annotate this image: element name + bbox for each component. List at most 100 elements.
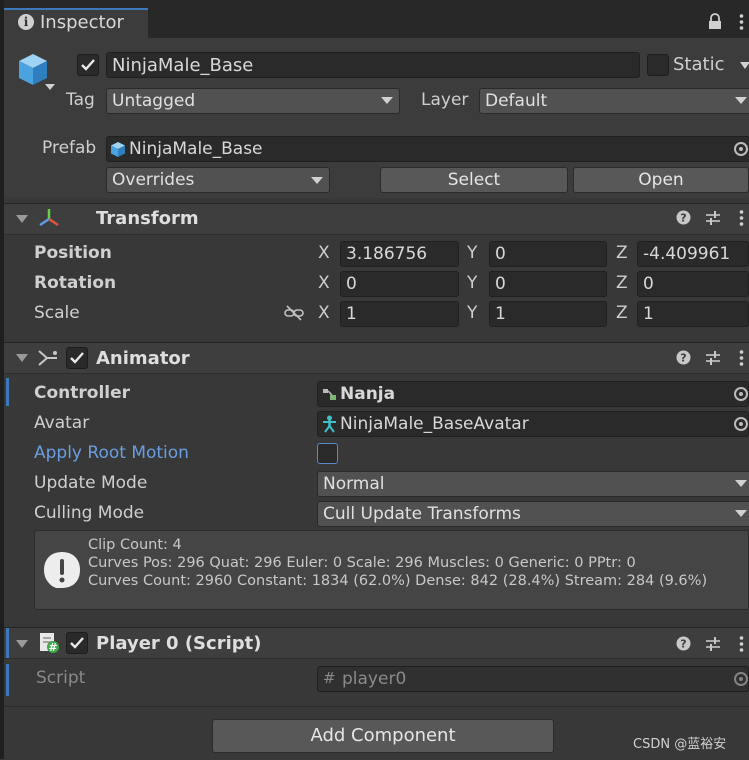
preset-icon[interactable] — [705, 210, 721, 226]
prefab-icon — [111, 142, 125, 157]
layer-dropdown-arrow — [735, 97, 747, 104]
culling-mode-label: Culling Mode — [34, 503, 145, 523]
overrides-label: Overrides — [112, 170, 195, 190]
update-mode-label: Update Mode — [34, 473, 148, 493]
scale-y-axis[interactable]: Y — [467, 303, 477, 323]
script-icon: # — [40, 633, 59, 654]
update-mode-dropdown-arrow — [735, 480, 747, 487]
rotation-y-axis[interactable]: Y — [467, 273, 477, 293]
position-z-axis[interactable]: Z — [616, 243, 628, 263]
transform-icon — [39, 209, 59, 227]
scale-x-axis[interactable]: X — [318, 303, 330, 323]
scale-z-field[interactable]: 1 — [637, 301, 749, 327]
lock-icon[interactable] — [708, 13, 722, 30]
player-script-title: Player 0 (Script) — [96, 633, 262, 654]
avatar-icon — [323, 415, 336, 433]
preset-icon[interactable] — [705, 350, 721, 366]
culling-mode-dropdown-arrow — [735, 510, 747, 517]
apply-root-motion-toggle[interactable] — [317, 443, 338, 464]
culling-mode-value: Cull Update Transforms — [323, 504, 521, 524]
open-button[interactable]: Open — [573, 167, 749, 193]
preset-icon[interactable] — [705, 636, 721, 652]
avatar-value: NinjaMale_BaseAvatar — [340, 414, 529, 434]
rotation-z-axis[interactable]: Z — [616, 273, 628, 293]
gameobject-cube-icon — [19, 54, 47, 85]
unlink-icon[interactable] — [284, 304, 304, 322]
position-z-field[interactable]: -4.409961 — [637, 241, 749, 267]
overrides-dropdown-arrow — [311, 177, 323, 184]
static-label: Static — [673, 54, 725, 75]
script-label: Script — [36, 668, 86, 688]
tab-inspector-label: Inspector — [40, 12, 124, 33]
rotation-x-field[interactable]: 0 — [340, 271, 459, 297]
object-picker-icon[interactable] — [734, 142, 748, 156]
rotation-x-axis[interactable]: X — [318, 273, 330, 293]
layer-dropdown[interactable]: Default — [479, 88, 749, 114]
add-component-button[interactable]: Add Component — [212, 719, 554, 753]
avatar-field[interactable]: NinjaMale_BaseAvatar — [317, 411, 749, 437]
prefab-label: Prefab — [42, 138, 97, 158]
rotation-z-field[interactable]: 0 — [637, 271, 749, 297]
tag-dropdown[interactable]: Untagged — [106, 88, 400, 114]
svg-text:?: ? — [680, 212, 686, 225]
update-mode-value: Normal — [323, 474, 385, 494]
prefab-value: NinjaMale_Base — [129, 139, 263, 159]
icon-dropdown-arrow[interactable] — [45, 84, 55, 90]
kebab-icon[interactable] — [739, 349, 744, 367]
rotation-y-field[interactable]: 0 — [489, 271, 607, 297]
cs-script-icon: # — [323, 669, 336, 687]
info-curves-pos: Curves Pos: 296 Quat: 296 Euler: 0 Scale… — [88, 555, 636, 571]
transform-foldout-icon[interactable] — [16, 215, 28, 223]
object-picker-icon — [734, 672, 748, 686]
svg-text:?: ? — [680, 352, 686, 365]
script-value: player0 — [342, 669, 407, 689]
animator-enabled-toggle[interactable] — [66, 347, 88, 369]
rotation-label: Rotation — [34, 273, 117, 293]
update-mode-dropdown[interactable]: Normal — [317, 471, 749, 497]
script-field: player0 — [317, 666, 749, 692]
tag-label: Tag — [66, 90, 95, 110]
prefab-field[interactable]: NinjaMale_Base — [106, 136, 749, 162]
info-icon: i — [18, 14, 34, 30]
scale-y-field[interactable]: 1 — [489, 301, 607, 327]
scale-x-field[interactable]: 1 — [340, 301, 459, 327]
animator-icon — [38, 350, 57, 366]
scale-label: Scale — [34, 303, 80, 323]
select-button[interactable]: Select — [380, 167, 568, 193]
player-script-foldout-icon[interactable] — [16, 640, 28, 648]
watermark: CSDN @蓝裕安 — [633, 737, 727, 752]
checkmark-icon — [70, 637, 84, 649]
gameobject-name-field[interactable]: NinjaMale_Base — [106, 52, 640, 78]
help-icon[interactable]: ? — [676, 210, 691, 225]
culling-mode-dropdown[interactable]: Cull Update Transforms — [317, 501, 749, 527]
modified-indicator — [6, 378, 9, 406]
info-curves-count: Curves Count: 2960 Constant: 1834 (62.0%… — [88, 573, 708, 589]
position-x-axis[interactable]: X — [318, 243, 330, 263]
kebab-icon[interactable] — [739, 13, 744, 31]
layer-value: Default — [485, 91, 548, 111]
kebab-icon[interactable] — [739, 209, 744, 227]
position-y-axis[interactable]: Y — [467, 243, 477, 263]
help-icon[interactable]: ? — [676, 636, 691, 651]
position-y-field[interactable]: 0 — [489, 241, 607, 267]
animator-foldout-icon[interactable] — [16, 354, 28, 362]
player-script-enabled-toggle[interactable] — [66, 632, 88, 654]
controller-label: Controller — [34, 383, 131, 403]
transform-title: Transform — [96, 208, 199, 229]
object-picker-icon[interactable] — [734, 387, 748, 401]
active-toggle[interactable] — [77, 54, 99, 76]
avatar-label: Avatar — [34, 413, 90, 433]
overrides-dropdown[interactable]: Overrides — [106, 167, 330, 193]
position-x-field[interactable]: 3.186756 — [340, 241, 459, 267]
scale-z-axis[interactable]: Z — [616, 303, 628, 323]
static-toggle[interactable] — [647, 54, 669, 76]
static-dropdown-arrow[interactable] — [740, 62, 749, 69]
animator-title: Animator — [96, 348, 190, 369]
object-picker-icon[interactable] — [734, 417, 748, 431]
controller-field[interactable]: Nanja — [317, 381, 749, 407]
tag-dropdown-arrow — [381, 97, 393, 104]
help-icon[interactable]: ? — [676, 350, 691, 365]
kebab-icon[interactable] — [739, 635, 744, 653]
info-clip-count: Clip Count: 4 — [88, 537, 182, 553]
apply-root-motion-label: Apply Root Motion — [34, 443, 189, 463]
